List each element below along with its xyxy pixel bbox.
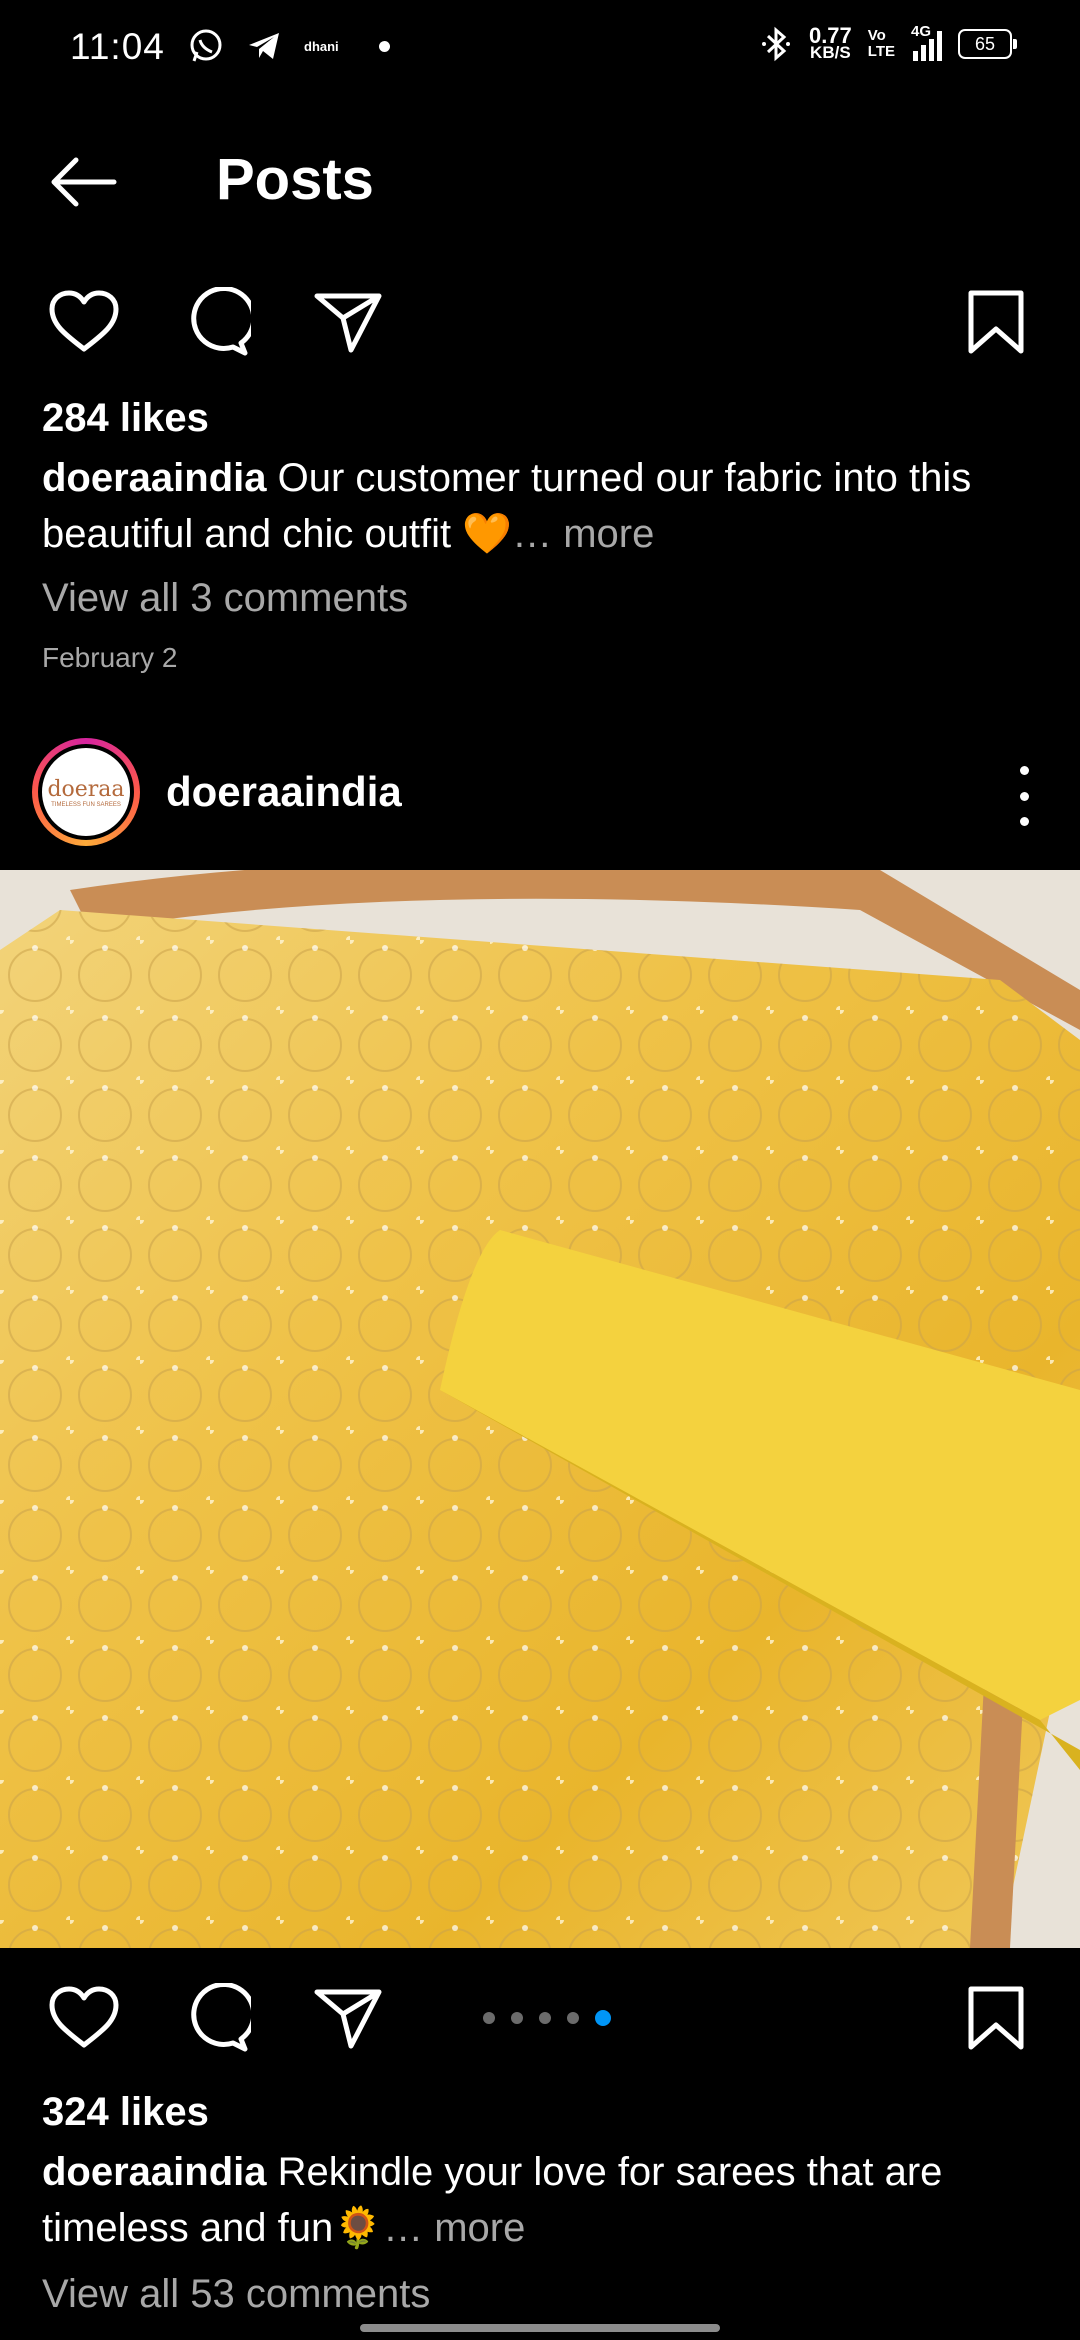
comment-icon bbox=[191, 1983, 251, 2052]
post2-likes[interactable]: 324 likes bbox=[42, 2090, 209, 2135]
share-icon bbox=[314, 1989, 382, 2049]
bluetooth-icon bbox=[761, 26, 790, 62]
post2-view-comments[interactable]: View all 53 comments bbox=[42, 2272, 430, 2317]
comment-button[interactable] bbox=[176, 282, 256, 362]
bookmark-icon bbox=[968, 1986, 1024, 2050]
page-title: Posts bbox=[216, 147, 374, 212]
fabric-photo bbox=[0, 870, 1080, 1948]
post2-username[interactable]: doeraaindia bbox=[166, 768, 402, 816]
post2-header: doeraa TIMELESS FUN SAREES doeraaindia bbox=[0, 738, 1080, 858]
system-indicators: 0.77 KB/S Vo LTE 4G 65 bbox=[759, 23, 1017, 62]
top-app-bar: Posts bbox=[0, 130, 1080, 230]
clock: 11:04 bbox=[70, 26, 165, 67]
bookmark-icon bbox=[968, 290, 1024, 354]
like-button[interactable] bbox=[44, 1978, 124, 2058]
post1-actions bbox=[0, 282, 1080, 372]
carousel-dot bbox=[567, 2012, 579, 2024]
like-button[interactable] bbox=[44, 282, 124, 362]
comment-button[interactable] bbox=[176, 1978, 256, 2058]
post2-caption: doeraaindia Rekindle your love for saree… bbox=[42, 2144, 1042, 2256]
carrier-app-label: dhani bbox=[304, 38, 339, 54]
carousel-dot bbox=[511, 2012, 523, 2024]
post1-likes[interactable]: 284 likes bbox=[42, 396, 209, 441]
volte-indicator: Vo LTE bbox=[867, 27, 895, 60]
more-notifications-dot bbox=[378, 40, 390, 52]
telegram-icon bbox=[249, 33, 279, 59]
back-arrow-icon bbox=[51, 157, 117, 207]
notification-icons: dhani bbox=[188, 28, 390, 64]
more-options-button[interactable] bbox=[1004, 766, 1044, 826]
share-button[interactable] bbox=[308, 1978, 388, 2058]
gesture-home-bar[interactable] bbox=[360, 2324, 720, 2332]
avatar-image: doeraa TIMELESS FUN SAREES bbox=[38, 744, 134, 840]
avatar-tagline: TIMELESS FUN SAREES bbox=[51, 801, 121, 808]
heart-icon bbox=[49, 290, 119, 352]
carousel-dot bbox=[539, 2012, 551, 2024]
post1-view-comments[interactable]: View all 3 comments bbox=[42, 576, 408, 621]
carousel-dot bbox=[483, 2012, 495, 2024]
more-options-icon bbox=[1019, 766, 1029, 826]
post1-caption: doeraaindia Our customer turned our fabr… bbox=[42, 450, 1042, 562]
avatar[interactable]: doeraa TIMELESS FUN SAREES bbox=[32, 738, 140, 846]
post1-date: February 2 bbox=[42, 642, 178, 673]
avatar-logo: doeraa bbox=[47, 776, 125, 802]
post1-caption-username[interactable]: doeraaindia bbox=[42, 456, 267, 500]
heart-icon bbox=[49, 1986, 119, 2048]
signal-icon: 4G bbox=[911, 23, 942, 61]
battery-icon: 65 bbox=[958, 29, 1017, 59]
save-button[interactable] bbox=[956, 1978, 1036, 2058]
comment-icon bbox=[191, 287, 251, 356]
whatsapp-icon bbox=[190, 29, 222, 62]
post2-image[interactable] bbox=[0, 870, 1080, 1948]
status-bar: 11:04 dhani 0.77 KB/S Vo LTE 4G 65 bbox=[0, 0, 1080, 96]
post1-more-link[interactable]: … more bbox=[512, 512, 654, 556]
post2-caption-username[interactable]: doeraaindia bbox=[42, 2150, 267, 2194]
share-icon bbox=[314, 293, 382, 353]
carousel-dot bbox=[595, 2010, 611, 2026]
share-button[interactable] bbox=[308, 282, 388, 362]
network-speed: 0.77 KB/S bbox=[808, 23, 852, 62]
post2-more-link[interactable]: … more bbox=[383, 2206, 525, 2250]
carousel-indicator bbox=[483, 2010, 611, 2026]
save-button[interactable] bbox=[956, 282, 1036, 362]
back-button[interactable] bbox=[46, 154, 126, 210]
